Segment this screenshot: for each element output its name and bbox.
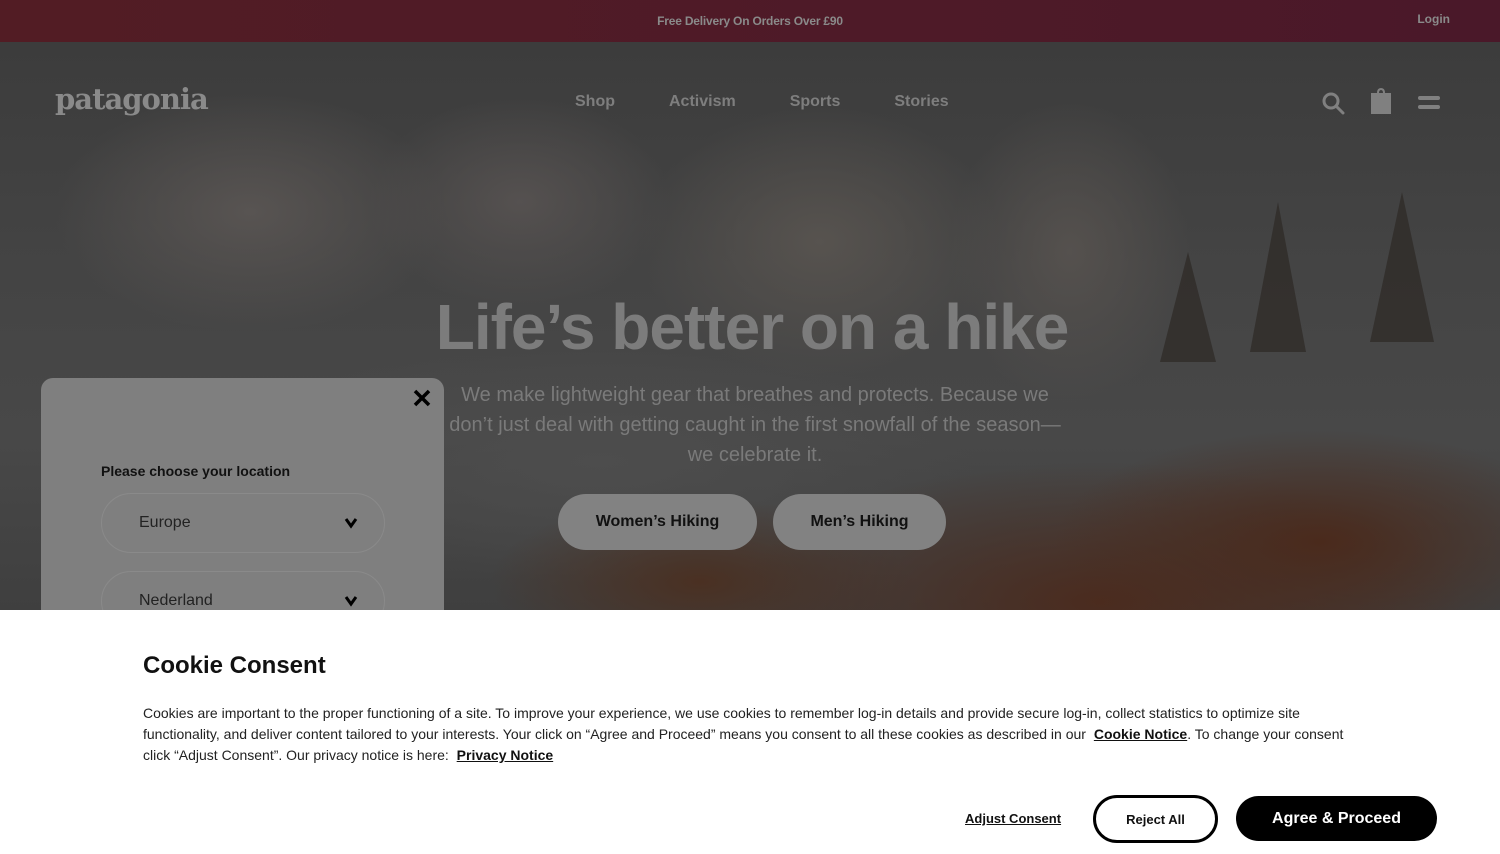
reject-all-button[interactable]: Reject All (1093, 795, 1218, 843)
nav-item-shop[interactable]: Shop (575, 93, 615, 111)
country-select-value: Nederland (139, 592, 213, 609)
hero-title: Life’s better on a hike (435, 291, 1070, 363)
chevron-down-icon (344, 594, 358, 608)
shopping-bag-icon[interactable] (1370, 87, 1392, 115)
main-nav: Shop Activism Sports Stories (575, 93, 949, 111)
privacy-notice-link[interactable]: Privacy Notice (457, 747, 554, 763)
womens-hiking-button[interactable]: Women’s Hiking (558, 494, 757, 550)
region-select-value: Europe (139, 514, 191, 531)
agree-proceed-button[interactable]: Agree & Proceed (1236, 796, 1437, 841)
cookie-consent-text: Cookies are important to the proper func… (143, 703, 1358, 766)
cookie-consent-title: Cookie Consent (143, 652, 326, 679)
promo-message: Free Delivery On Orders Over £90 (657, 14, 843, 28)
nav-item-stories[interactable]: Stories (894, 93, 948, 111)
adjust-consent-link[interactable]: Adjust Consent (965, 811, 1061, 826)
location-label: Please choose your location (101, 463, 291, 479)
login-link[interactable]: Login (1417, 12, 1450, 26)
patagonia-logo[interactable]: patagonia (55, 82, 209, 116)
promo-banner: Free Delivery On Orders Over £90 Login (0, 0, 1500, 42)
cookie-notice-link[interactable]: Cookie Notice (1094, 726, 1187, 742)
mens-hiking-button[interactable]: Men’s Hiking (773, 494, 946, 550)
region-select[interactable]: Europe (101, 493, 385, 553)
nav-item-sports[interactable]: Sports (790, 93, 841, 111)
search-icon[interactable] (1321, 91, 1345, 115)
close-icon[interactable] (413, 389, 431, 407)
chevron-down-icon (344, 516, 358, 530)
location-modal: Please choose your location Europe Neder… (41, 378, 444, 638)
menu-icon[interactable] (1418, 95, 1440, 111)
cookie-consent-banner: Cookie Consent Cookies are important to … (0, 610, 1500, 854)
nav-item-activism[interactable]: Activism (669, 93, 736, 111)
hero-description: We make lightweight gear that breathes a… (449, 384, 1061, 466)
